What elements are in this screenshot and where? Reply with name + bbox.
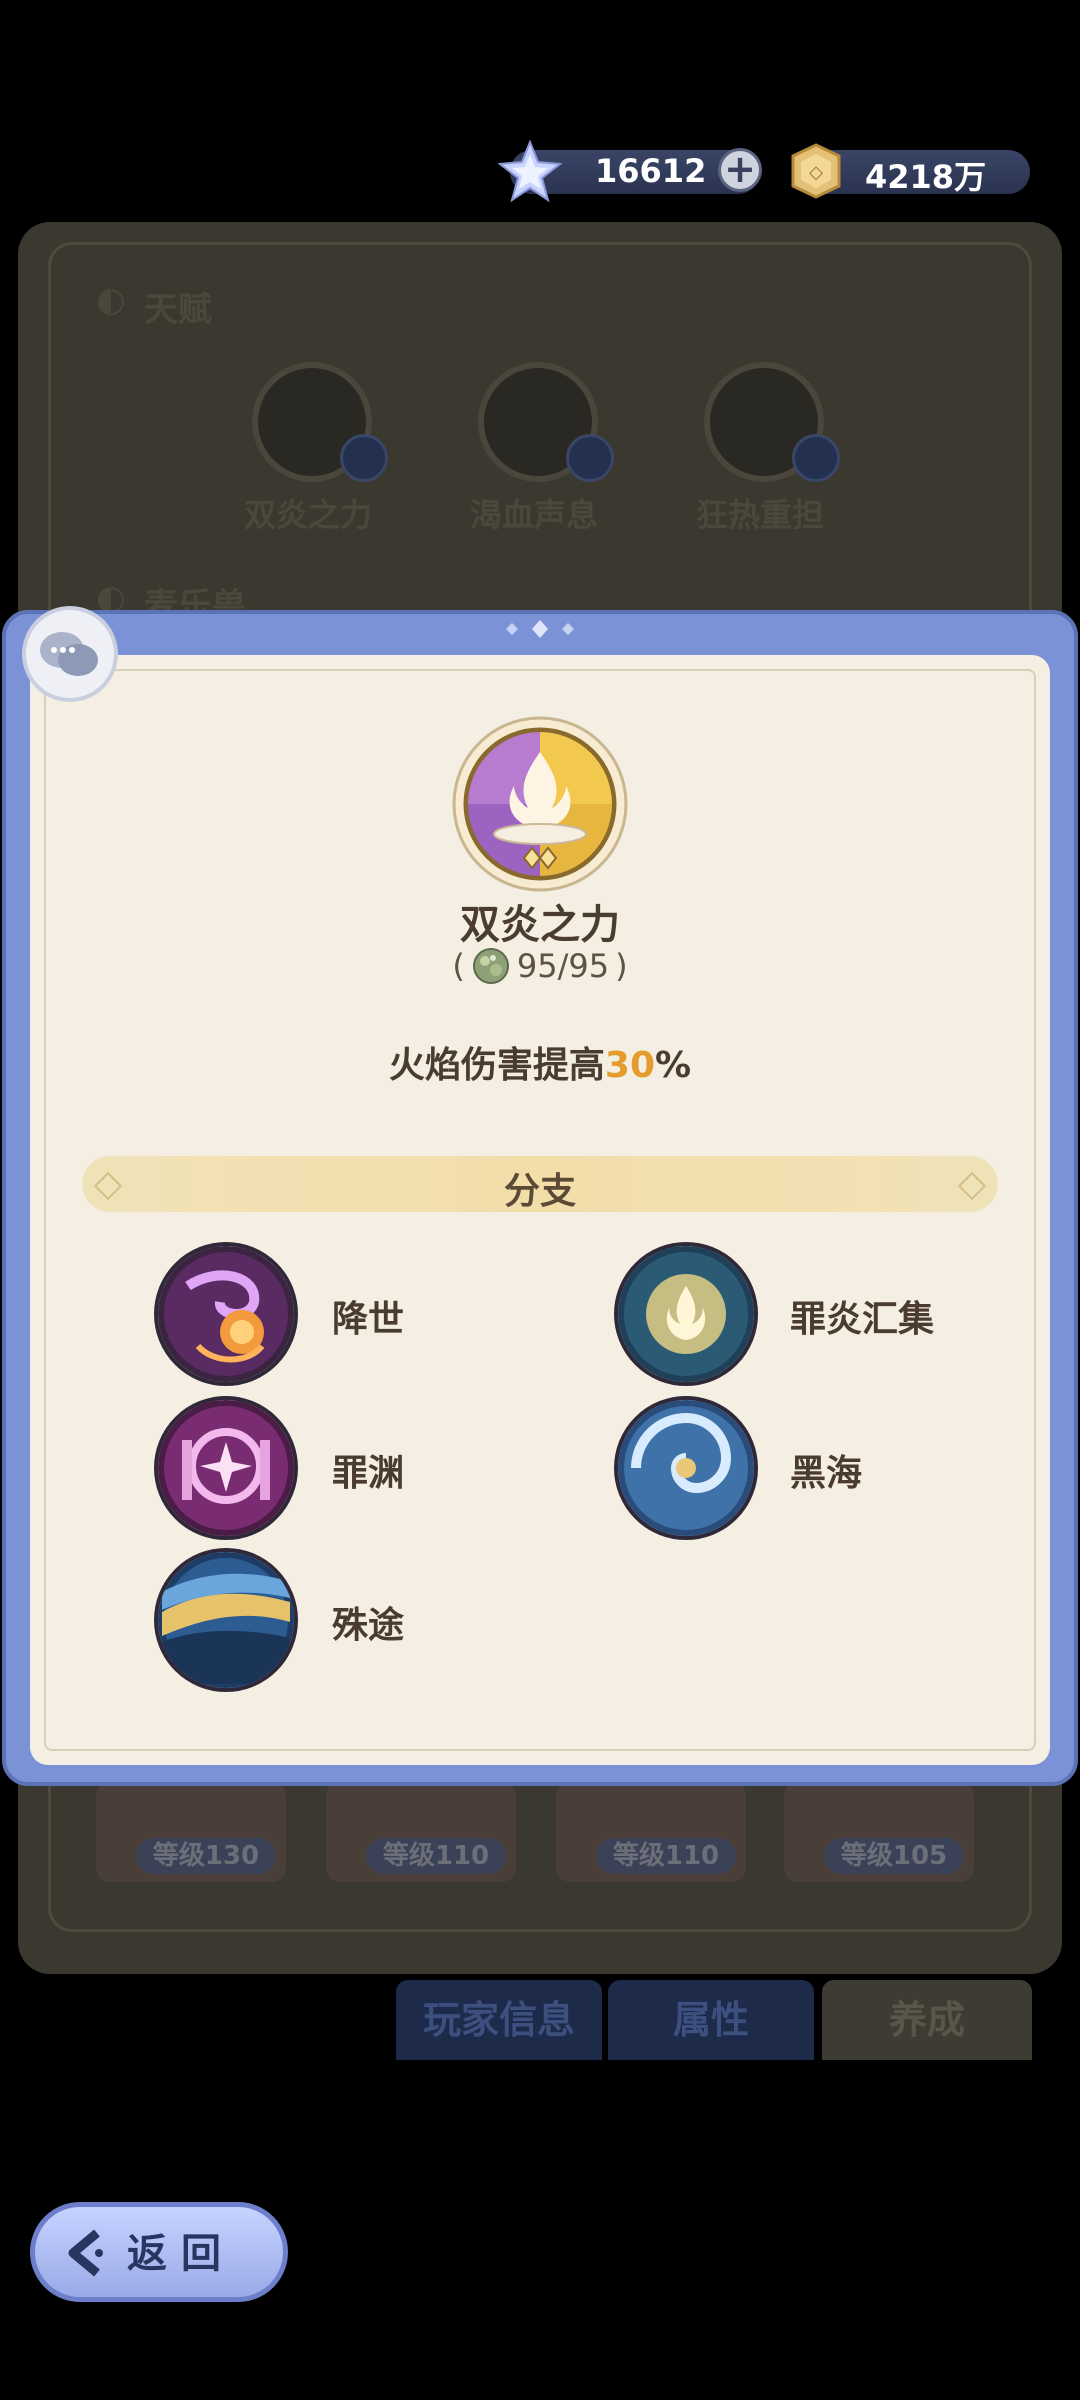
pet-level: 等级110 [596, 1838, 736, 1874]
back-arrow-icon [68, 2229, 103, 2277]
talent-section-title: 天赋 [144, 290, 212, 330]
branch-name-2: 罪炎汇集 [790, 1299, 935, 1340]
pet-card-4[interactable]: 等级105 [784, 1782, 974, 1882]
magnify-icon[interactable] [566, 434, 614, 482]
branch-title: 分支 [503, 1171, 576, 1212]
talent-label-2: 渴血声息 [470, 496, 599, 534]
pet-level: 等级105 [824, 1838, 964, 1874]
twin-flame-talent-icon [452, 716, 628, 892]
gem-counter: 16612 + [498, 140, 762, 203]
back-button-label: 返回 [127, 2231, 235, 2277]
talent-section-icon: ◐ [96, 280, 126, 320]
back-button[interactable]: 返回 [30, 2202, 288, 2302]
gold-amount: 4218万 [865, 158, 987, 196]
magnify-icon[interactable] [792, 434, 840, 482]
pet-card-2[interactable]: 等级110 [326, 1782, 516, 1882]
gold-counter: ◇ 4218万 [791, 143, 1030, 199]
talent-label-1: 双炎之力 [244, 496, 373, 534]
branch-gather-icon[interactable] [614, 1242, 758, 1386]
talent-name: 双炎之力 [460, 902, 620, 948]
cost-close-paren: ) [615, 947, 628, 985]
gem-amount: 16612 [595, 152, 707, 190]
branch-divergent-icon[interactable] [154, 1548, 298, 1692]
description-text: 火焰伤害提高 [388, 1045, 605, 1086]
cost-open-paren: ( [452, 947, 465, 985]
pet-level: 等级130 [136, 1838, 276, 1874]
branch-name-3: 罪渊 [332, 1453, 405, 1494]
pet-card-3[interactable]: 等级110 [556, 1782, 746, 1882]
chat-button[interactable] [22, 606, 118, 702]
branch-abyss-icon[interactable] [154, 1396, 298, 1540]
cost-value: 95/95 [516, 947, 610, 985]
magnify-icon[interactable] [340, 434, 388, 482]
svg-text:◇: ◇ [809, 162, 823, 183]
branch-name-1: 降世 [332, 1299, 405, 1340]
pet-card-1[interactable]: 等级130 [96, 1782, 286, 1882]
tab-training[interactable]: 养成 [822, 1980, 1032, 2060]
talent-description: 火焰伤害提高30% [0, 1036, 1080, 1088]
talent-cost: ( 95/95 ) [0, 946, 1080, 986]
star-crystal-icon [498, 140, 562, 203]
description-suffix: % [655, 1045, 692, 1086]
branch-name-5: 殊途 [332, 1605, 405, 1646]
coin-icon: ◇ [791, 143, 841, 199]
ore-icon [472, 948, 509, 984]
description-highlight-value: 30 [604, 1045, 656, 1086]
tab-player-info[interactable]: 玩家信息 [396, 1980, 602, 2060]
branch-black-sea-icon[interactable] [614, 1396, 758, 1540]
chat-bubble-icon [40, 632, 98, 676]
branch-descend-icon[interactable] [154, 1242, 298, 1386]
pet-level: 等级110 [366, 1838, 506, 1874]
add-gems-button[interactable]: + [718, 148, 762, 192]
talent-label-3: 狂热重担 [696, 496, 825, 534]
tab-attributes[interactable]: 属性 [608, 1980, 814, 2060]
branch-name-4: 黑海 [790, 1453, 863, 1494]
branch-header: 分支 [82, 1156, 998, 1212]
popup-ornament [506, 620, 574, 638]
